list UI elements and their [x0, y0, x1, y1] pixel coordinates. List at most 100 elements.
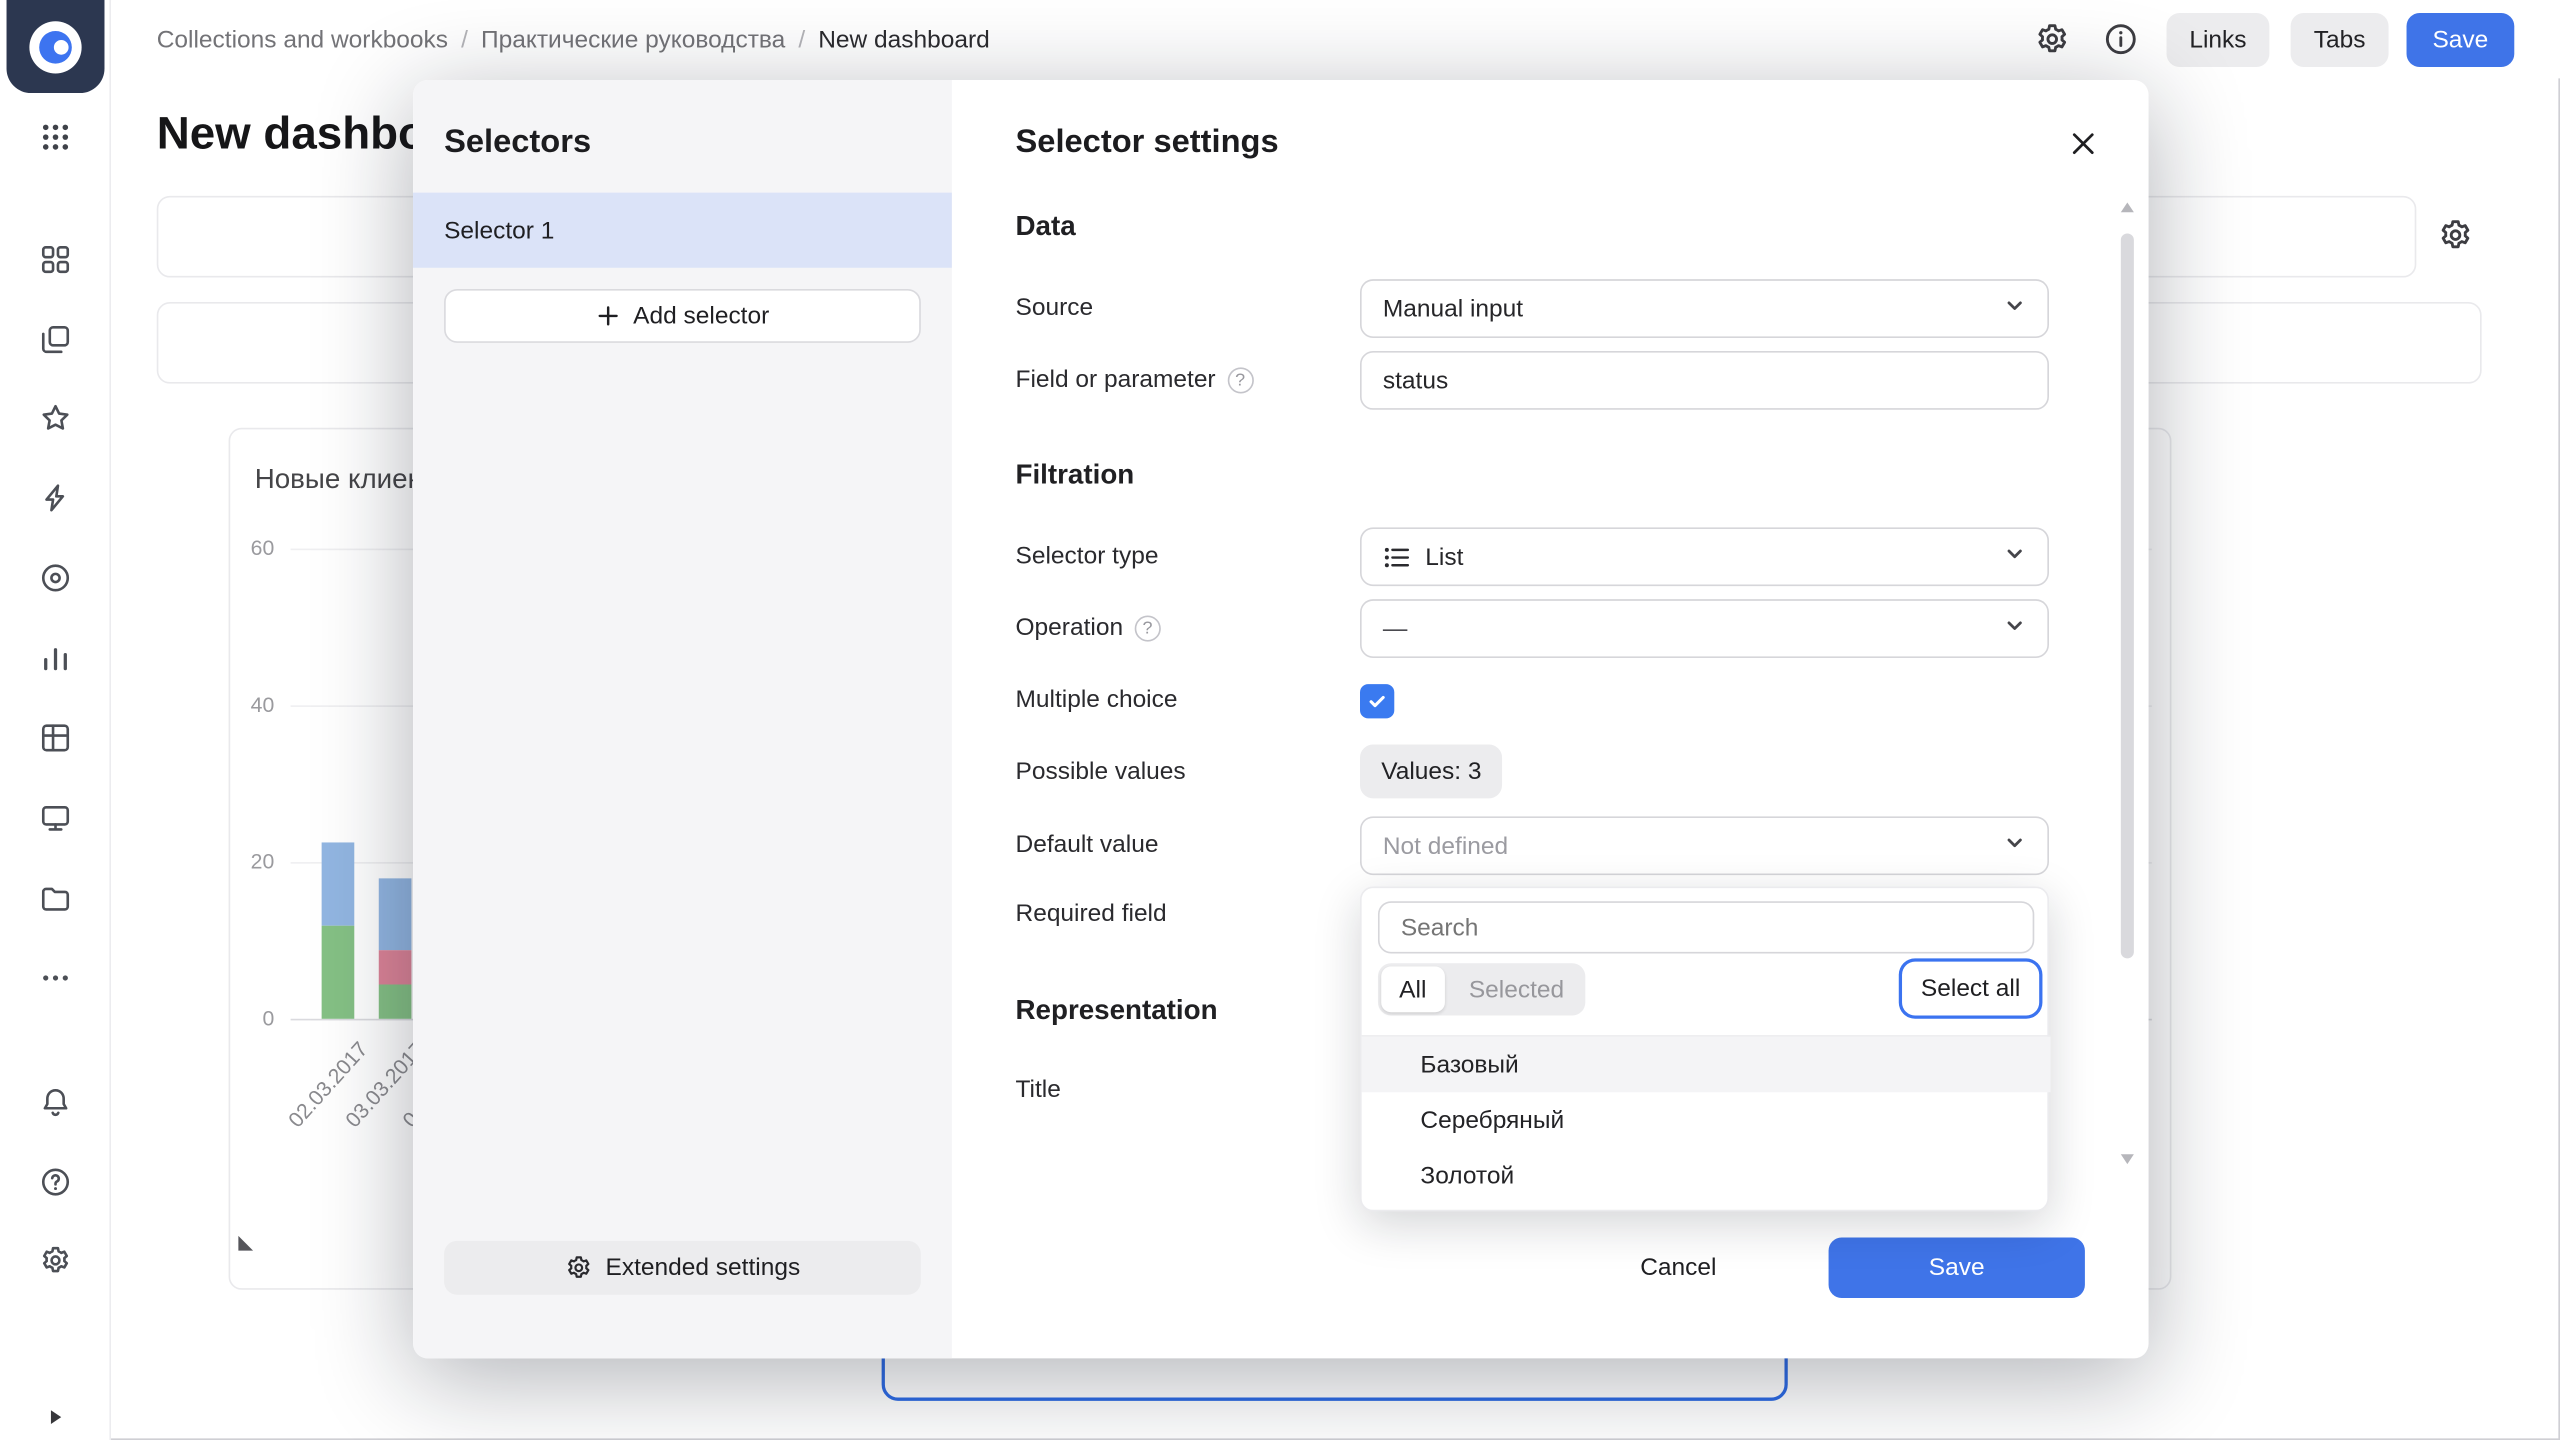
app-window: Collections and workbooks / Практические…	[0, 0, 2560, 1440]
possible-values-label-text: Possible values	[1016, 758, 1186, 786]
resize-handle-icon[interactable]	[238, 1236, 253, 1251]
selector-item-label: Selector 1	[444, 216, 554, 244]
selector-type-label: Selector type	[1016, 542, 1159, 570]
help-icon[interactable]: ?	[1134, 615, 1160, 641]
multiple-choice-label: Multiple choice	[1016, 686, 1178, 714]
title-field-label: Title	[1016, 1076, 1061, 1104]
dialog-save-button[interactable]: Save	[1829, 1238, 2085, 1298]
selector-type-label-text: Selector type	[1016, 542, 1159, 570]
required-field-label: Required field	[1016, 900, 1167, 928]
settings-icon[interactable]	[36, 1241, 75, 1280]
breadcrumb: Collections and workbooks / Практические…	[157, 0, 990, 78]
collapse-icon[interactable]	[36, 1398, 75, 1437]
breadcrumb-current: New dashboard	[818, 25, 990, 53]
dashboards-icon[interactable]	[36, 240, 75, 279]
selector-type-select[interactable]: List	[1360, 527, 2049, 586]
plus-icon	[596, 304, 620, 328]
bar-segment	[322, 842, 355, 925]
value-option[interactable]: Золотой	[1362, 1148, 2051, 1204]
section-representation: Representation	[1016, 994, 1218, 1027]
source-value: Manual input	[1383, 295, 1523, 323]
close-icon	[2067, 127, 2100, 160]
datasets-icon[interactable]	[36, 718, 75, 757]
datalens-logo[interactable]	[7, 0, 105, 93]
default-value-label: Default value	[1016, 831, 1159, 859]
charts-icon[interactable]	[36, 638, 75, 677]
multiple-choice-label-text: Multiple choice	[1016, 686, 1178, 714]
breadcrumb-separator: /	[798, 25, 805, 53]
info-icon	[2103, 21, 2139, 57]
connections-icon[interactable]	[36, 478, 75, 517]
chevron-down-icon	[2003, 542, 2026, 571]
section-data: Data	[1016, 211, 1076, 244]
close-button[interactable]	[2064, 124, 2103, 163]
select-all-button[interactable]: Select all	[1902, 962, 2039, 1016]
default-value-select[interactable]: Not defined	[1360, 816, 2049, 875]
section-filtration: Filtration	[1016, 459, 1135, 492]
selectors-panel: Selectors Selector 1 Add selector Extend…	[413, 80, 952, 1358]
more-icon[interactable]	[36, 958, 75, 997]
operation-label: Operation ?	[1016, 614, 1161, 642]
apps-grid-icon[interactable]	[36, 118, 75, 157]
chevron-down-icon	[2003, 614, 2026, 643]
tabs-button[interactable]: Tabs	[2291, 13, 2389, 67]
header-settings-button[interactable]	[2029, 16, 2075, 62]
scroll-down-arrow[interactable]	[2121, 1154, 2134, 1164]
bar-segment	[379, 878, 412, 950]
extended-settings-button[interactable]: Extended settings	[444, 1241, 921, 1295]
help-icon[interactable]: ?	[1227, 367, 1253, 393]
field-or-parameter-label: Field or parameter ?	[1016, 366, 1254, 394]
source-select[interactable]: Manual input	[1360, 279, 2049, 338]
help-icon[interactable]	[36, 1162, 75, 1201]
stacked-bar	[322, 842, 355, 1018]
favorites-icon[interactable]	[36, 398, 75, 437]
possible-values-text: Values: 3	[1381, 758, 1481, 786]
settings-title: Selector settings	[1016, 124, 1279, 162]
breadcrumb-collections[interactable]: Collections and workbooks	[157, 25, 448, 53]
editor-icon[interactable]	[36, 798, 75, 837]
field-or-parameter-label-text: Field or parameter	[1016, 366, 1216, 394]
selectors-panel-title: Selectors	[444, 124, 591, 162]
add-selector-label: Add selector	[633, 302, 769, 330]
gear-icon	[2438, 217, 2474, 253]
selectors-dialog: Selectors Selector 1 Add selector Extend…	[413, 80, 2149, 1358]
filter-all-button[interactable]: All	[1381, 967, 1444, 1013]
add-selector-button[interactable]: Add selector	[444, 289, 921, 343]
filter-selected-button[interactable]: Selected	[1451, 967, 1582, 1013]
breadcrumb-workbook[interactable]: Практические руководства	[481, 25, 785, 53]
selector-type-value: List	[1425, 543, 1463, 571]
stacked-bar	[379, 878, 412, 1018]
links-button[interactable]: Links	[2167, 13, 2270, 67]
possible-values-label: Possible values	[1016, 758, 1186, 786]
scrollbar-thumb[interactable]	[2121, 233, 2134, 958]
check-icon	[1367, 691, 1388, 712]
storage-icon[interactable]	[36, 878, 75, 917]
left-sidebar	[0, 0, 111, 1440]
cancel-button[interactable]: Cancel	[1613, 1238, 1744, 1297]
value-option[interactable]: Базовый	[1362, 1037, 2051, 1093]
list-icon	[1383, 543, 1411, 571]
possible-values-chip[interactable]: Values: 3	[1360, 744, 1503, 798]
header-info-button[interactable]	[2098, 16, 2144, 62]
header-save-button[interactable]: Save	[2407, 13, 2515, 67]
bar-segment	[379, 950, 412, 984]
breadcrumb-separator: /	[461, 25, 468, 53]
widget-settings-button[interactable]	[2433, 212, 2479, 258]
source-label-text: Source	[1016, 294, 1094, 322]
chevron-down-icon	[2003, 294, 2026, 323]
collections-icon[interactable]	[36, 320, 75, 359]
scroll-up-arrow[interactable]	[2121, 202, 2134, 212]
field-or-parameter-input[interactable]	[1360, 351, 2049, 410]
selector-list-item[interactable]: Selector 1	[413, 193, 952, 268]
required-field-label-text: Required field	[1016, 900, 1167, 928]
operation-select[interactable]: —	[1360, 599, 2049, 658]
gear-icon	[565, 1254, 593, 1282]
default-value-label-text: Default value	[1016, 831, 1159, 859]
operation-label-text: Operation	[1016, 614, 1124, 642]
values-search-input[interactable]	[1378, 901, 2034, 953]
multiple-choice-checkbox[interactable]	[1360, 684, 1394, 718]
services-icon[interactable]	[36, 558, 75, 597]
notifications-icon[interactable]	[36, 1082, 75, 1121]
top-header: Collections and workbooks / Практические…	[111, 0, 2560, 78]
value-option[interactable]: Серебряный	[1362, 1092, 2051, 1148]
